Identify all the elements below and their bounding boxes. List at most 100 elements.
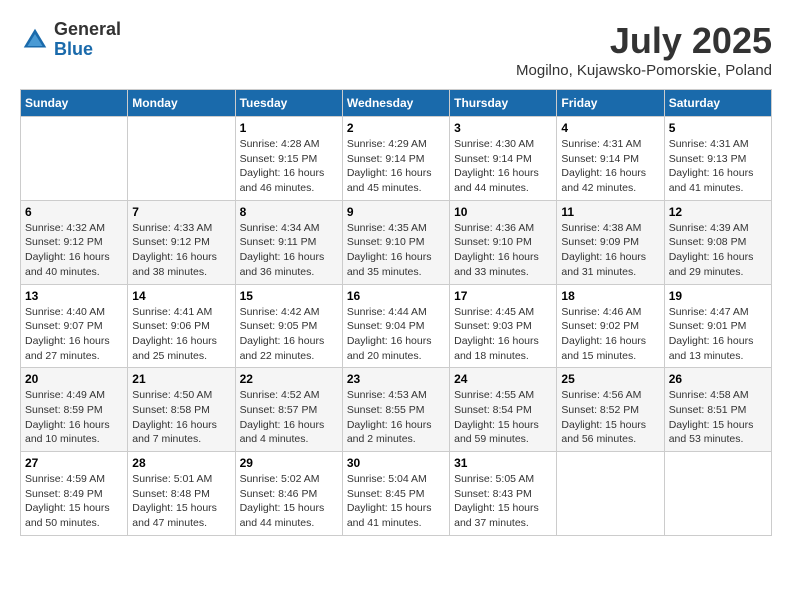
calendar-cell: 6Sunrise: 4:32 AM Sunset: 9:12 PM Daylig… [21, 200, 128, 284]
calendar-cell [664, 452, 771, 536]
day-number: 4 [561, 121, 659, 135]
calendar-cell: 3Sunrise: 4:30 AM Sunset: 9:14 PM Daylig… [450, 117, 557, 201]
day-number: 11 [561, 205, 659, 219]
header-sunday: Sunday [21, 90, 128, 117]
day-info: Sunrise: 4:58 AM Sunset: 8:51 PM Dayligh… [669, 388, 767, 447]
day-number: 26 [669, 372, 767, 386]
subtitle: Mogilno, Kujawsko-Pomorskie, Poland [516, 62, 772, 79]
day-info: Sunrise: 4:59 AM Sunset: 8:49 PM Dayligh… [25, 472, 123, 531]
day-info: Sunrise: 5:05 AM Sunset: 8:43 PM Dayligh… [454, 472, 552, 531]
header-row: SundayMondayTuesdayWednesdayThursdayFrid… [21, 90, 772, 117]
week-row-1: 1 Sunrise: 4:28 AM Sunset: 9:15 PM Daylig… [21, 117, 772, 201]
day-info: Sunrise: 4:56 AM Sunset: 8:52 PM Dayligh… [561, 388, 659, 447]
day-info: Sunrise: 4:52 AM Sunset: 8:57 PM Dayligh… [240, 388, 338, 447]
day-info: Sunrise: 4:46 AM Sunset: 9:02 PM Dayligh… [561, 305, 659, 364]
day-number: 21 [132, 372, 230, 386]
day-info: Sunrise: 4:29 AM Sunset: 9:14 PM Dayligh… [347, 137, 445, 196]
day-info: Sunrise: 4:47 AM Sunset: 9:01 PM Dayligh… [669, 305, 767, 364]
header-tuesday: Tuesday [235, 90, 342, 117]
day-number: 6 [25, 205, 123, 219]
day-number: 15 [240, 289, 338, 303]
calendar-cell: 25 Sunrise: 4:56 AM Sunset: 8:52 PM Dayli… [557, 368, 664, 452]
day-info: Sunrise: 4:30 AM Sunset: 9:14 PM Dayligh… [454, 137, 552, 196]
main-title: July 2025 [516, 20, 772, 62]
calendar-cell: 11 Sunrise: 4:38 AM Sunset: 9:09 PM Dayli… [557, 200, 664, 284]
day-number: 23 [347, 372, 445, 386]
day-number: 13 [25, 289, 123, 303]
day-info: Sunrise: 4:44 AM Sunset: 9:04 PM Dayligh… [347, 305, 445, 364]
day-number: 31 [454, 456, 552, 470]
day-info: Sunrise: 4:28 AM Sunset: 9:15 PM Dayligh… [240, 137, 338, 196]
header-saturday: Saturday [664, 90, 771, 117]
logo-text: General Blue [54, 20, 121, 60]
day-info: Sunrise: 4:41 AM Sunset: 9:06 PM Dayligh… [132, 305, 230, 364]
calendar-cell: 23 Sunrise: 4:53 AM Sunset: 8:55 PM Dayli… [342, 368, 449, 452]
calendar-table: SundayMondayTuesdayWednesdayThursdayFrid… [20, 89, 772, 536]
day-info: Sunrise: 4:53 AM Sunset: 8:55 PM Dayligh… [347, 388, 445, 447]
day-info: Sunrise: 4:38 AM Sunset: 9:09 PM Dayligh… [561, 221, 659, 280]
header-thursday: Thursday [450, 90, 557, 117]
calendar-cell: 26 Sunrise: 4:58 AM Sunset: 8:51 PM Dayli… [664, 368, 771, 452]
day-number: 25 [561, 372, 659, 386]
header-friday: Friday [557, 90, 664, 117]
day-number: 12 [669, 205, 767, 219]
header-monday: Monday [128, 90, 235, 117]
day-info: Sunrise: 4:31 AM Sunset: 9:14 PM Dayligh… [561, 137, 659, 196]
day-info: Sunrise: 4:45 AM Sunset: 9:03 PM Dayligh… [454, 305, 552, 364]
day-info: Sunrise: 4:55 AM Sunset: 8:54 PM Dayligh… [454, 388, 552, 447]
calendar-cell: 31 Sunrise: 5:05 AM Sunset: 8:43 PM Dayli… [450, 452, 557, 536]
day-number: 24 [454, 372, 552, 386]
week-row-5: 27Sunrise: 4:59 AM Sunset: 8:49 PM Dayli… [21, 452, 772, 536]
week-row-2: 6Sunrise: 4:32 AM Sunset: 9:12 PM Daylig… [21, 200, 772, 284]
calendar-cell: 15 Sunrise: 4:42 AM Sunset: 9:05 PM Dayli… [235, 284, 342, 368]
day-info: Sunrise: 4:35 AM Sunset: 9:10 PM Dayligh… [347, 221, 445, 280]
calendar-cell: 29Sunrise: 5:02 AM Sunset: 8:46 PM Dayli… [235, 452, 342, 536]
day-info: Sunrise: 4:50 AM Sunset: 8:58 PM Dayligh… [132, 388, 230, 447]
day-number: 8 [240, 205, 338, 219]
day-number: 7 [132, 205, 230, 219]
header-wednesday: Wednesday [342, 90, 449, 117]
day-number: 10 [454, 205, 552, 219]
day-number: 18 [561, 289, 659, 303]
calendar-cell [128, 117, 235, 201]
day-number: 1 [240, 121, 338, 135]
calendar-cell: 13 Sunrise: 4:40 AM Sunset: 9:07 PM Dayli… [21, 284, 128, 368]
calendar-cell: 14 Sunrise: 4:41 AM Sunset: 9:06 PM Dayli… [128, 284, 235, 368]
calendar-cell: 22Sunrise: 4:52 AM Sunset: 8:57 PM Dayli… [235, 368, 342, 452]
day-number: 14 [132, 289, 230, 303]
logo-icon [20, 25, 50, 55]
day-number: 2 [347, 121, 445, 135]
title-block: July 2025 Mogilno, Kujawsko-Pomorskie, P… [516, 20, 772, 79]
day-number: 28 [132, 456, 230, 470]
calendar-cell: 20Sunrise: 4:49 AM Sunset: 8:59 PM Dayli… [21, 368, 128, 452]
calendar-cell: 30 Sunrise: 5:04 AM Sunset: 8:45 PM Dayli… [342, 452, 449, 536]
day-info: Sunrise: 5:04 AM Sunset: 8:45 PM Dayligh… [347, 472, 445, 531]
logo-blue: Blue [54, 40, 121, 60]
calendar-cell: 28Sunrise: 5:01 AM Sunset: 8:48 PM Dayli… [128, 452, 235, 536]
day-info: Sunrise: 4:33 AM Sunset: 9:12 PM Dayligh… [132, 221, 230, 280]
calendar-cell: 7 Sunrise: 4:33 AM Sunset: 9:12 PM Daylig… [128, 200, 235, 284]
day-number: 30 [347, 456, 445, 470]
day-number: 5 [669, 121, 767, 135]
calendar-cell: 2 Sunrise: 4:29 AM Sunset: 9:14 PM Daylig… [342, 117, 449, 201]
calendar-cell: 27Sunrise: 4:59 AM Sunset: 8:49 PM Dayli… [21, 452, 128, 536]
calendar-cell [557, 452, 664, 536]
day-info: Sunrise: 4:31 AM Sunset: 9:13 PM Dayligh… [669, 137, 767, 196]
calendar-cell: 5 Sunrise: 4:31 AM Sunset: 9:13 PM Daylig… [664, 117, 771, 201]
calendar-cell: 1 Sunrise: 4:28 AM Sunset: 9:15 PM Daylig… [235, 117, 342, 201]
day-number: 17 [454, 289, 552, 303]
calendar-cell: 4 Sunrise: 4:31 AM Sunset: 9:14 PM Daylig… [557, 117, 664, 201]
calendar-cell: 16Sunrise: 4:44 AM Sunset: 9:04 PM Dayli… [342, 284, 449, 368]
calendar-cell: 21 Sunrise: 4:50 AM Sunset: 8:58 PM Dayli… [128, 368, 235, 452]
calendar-cell: 12Sunrise: 4:39 AM Sunset: 9:08 PM Dayli… [664, 200, 771, 284]
day-number: 9 [347, 205, 445, 219]
logo: General Blue [20, 20, 121, 60]
calendar-cell: 9 Sunrise: 4:35 AM Sunset: 9:10 PM Daylig… [342, 200, 449, 284]
day-info: Sunrise: 4:36 AM Sunset: 9:10 PM Dayligh… [454, 221, 552, 280]
day-info: Sunrise: 4:40 AM Sunset: 9:07 PM Dayligh… [25, 305, 123, 364]
calendar-cell: 10 Sunrise: 4:36 AM Sunset: 9:10 PM Dayli… [450, 200, 557, 284]
day-number: 20 [25, 372, 123, 386]
day-info: Sunrise: 5:02 AM Sunset: 8:46 PM Dayligh… [240, 472, 338, 531]
day-info: Sunrise: 4:42 AM Sunset: 9:05 PM Dayligh… [240, 305, 338, 364]
calendar-cell: 8Sunrise: 4:34 AM Sunset: 9:11 PM Daylig… [235, 200, 342, 284]
